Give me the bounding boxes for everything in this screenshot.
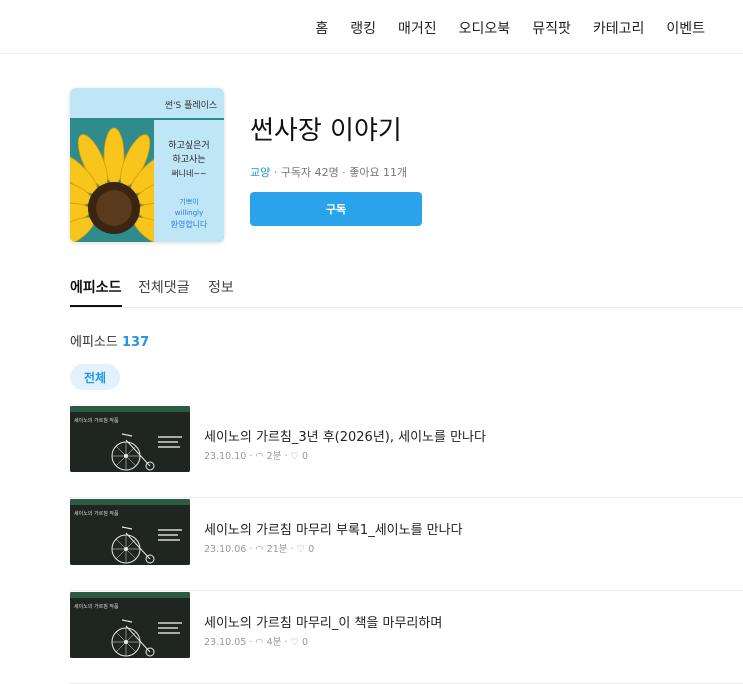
genre-link[interactable]: 교양 [250, 166, 270, 179]
episode-meta: 23.10.06 · ◠ 21분 · ♡ 0 [204, 544, 315, 555]
episode-thumbnail: 세이노의 가르침 작품 [70, 499, 190, 565]
nav-musicpot[interactable]: 뮤직팟 [532, 18, 571, 38]
nav-ranking[interactable]: 랭킹 [350, 18, 376, 38]
channel-meta: 교양 · 구독자 42명 · 좋아요 11개 [250, 164, 407, 180]
sunflower-illustration: 썬'S 플레이스 하고싶은거 하고사는 써니네~~ 기쁘이 willingly … [70, 88, 224, 242]
episode-thumbnail: 세이노의 가르침 작품 [70, 406, 190, 472]
episode-meta: 23.10.10 · ◠ 2분 · ♡ 0 [204, 451, 309, 462]
tab-info[interactable]: 정보 [208, 277, 234, 297]
filter-all-chip[interactable]: 전체 [70, 364, 120, 390]
active-tab-indicator [70, 305, 122, 307]
episode-item[interactable]: 세이노의 가르침 작품 세이노의 가르침 마무리_이 책을 마무리하며 23.1… [70, 592, 743, 684]
episode-title: 세이노의 가르침 마무리_이 책을 마무리하며 [204, 616, 443, 631]
channel-cover-image: 썬'S 플레이스 하고싶은거 하고사는 써니네~~ 기쁘이 willingly … [70, 88, 224, 242]
penny-farthing-icon: 세이노의 가르침 작품 [70, 406, 190, 472]
cover-line-5: willingly [175, 209, 203, 217]
nav-home[interactable]: 홈 [315, 18, 328, 38]
cover-line-3: 써니네~~ [171, 168, 207, 178]
episode-count-label: 에피소드 [70, 335, 118, 350]
cover-line-6: 환영합니다 [171, 219, 208, 229]
channel-title: 썬사장 이야기 [250, 116, 402, 146]
subscribe-button[interactable]: 구독 [250, 192, 422, 226]
tab-episodes[interactable]: 에피소드 [70, 277, 122, 297]
thumbnail-caption: 세이노의 가르침 작품 [74, 510, 119, 517]
nav-magazine[interactable]: 매거진 [398, 18, 437, 38]
cover-header-text: 썬'S 플레이스 [165, 100, 217, 111]
nav-event[interactable]: 이벤트 [666, 18, 705, 38]
nav-audiobook[interactable]: 오디오북 [459, 18, 511, 38]
episode-title: 세이노의 가르침 마무리 부록1_세이노를 만나다 [204, 523, 463, 538]
episode-thumbnail: 세이노의 가르침 작품 [70, 592, 190, 658]
channel-tabs: 에피소드 전체댓글 정보 [70, 277, 743, 308]
episode-count-number: 137 [121, 335, 150, 350]
top-navigation: 홈 랭킹 매거진 오디오북 뮤직팟 카테고리 이벤트 [0, 0, 743, 54]
thumbnail-caption: 세이노의 가르침 작품 [74, 603, 119, 610]
penny-farthing-icon: 세이노의 가르침 작품 [70, 499, 190, 565]
penny-farthing-icon: 세이노의 가르침 작품 [70, 592, 190, 658]
episode-item[interactable]: 세이노의 가르침 작품 세이노의 가르침 마무리 부록1_세이노를 만나다 23… [70, 499, 743, 591]
cover-line-1: 하고싶은거 [168, 140, 209, 151]
thumbnail-caption: 세이노의 가르침 작품 [74, 417, 119, 424]
episode-count: 에피소드 137 [70, 331, 149, 350]
tab-all-comments[interactable]: 전체댓글 [138, 277, 190, 297]
cover-line-4: 기쁘이 [179, 197, 198, 206]
nav-category[interactable]: 카테고리 [593, 18, 645, 38]
episode-meta: 23.10.05 · ◠ 4분 · ♡ 0 [204, 637, 309, 648]
channel-stats: · 구독자 42명 · 좋아요 11개 [270, 166, 408, 179]
episode-title: 세이노의 가르침_3년 후(2026년), 세이노를 만나다 [204, 430, 486, 445]
episode-item[interactable]: 세이노의 가르침 작품 세이노의 가르침_3년 후(2026년), 세이노를 만… [70, 406, 743, 498]
cover-line-2: 하고사는 [172, 154, 205, 165]
